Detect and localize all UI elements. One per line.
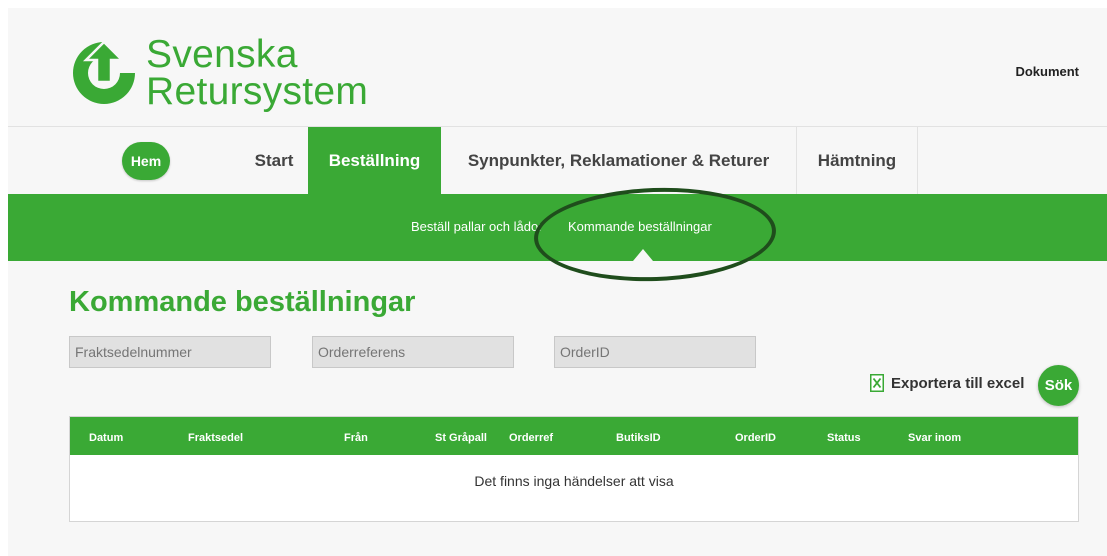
search-button[interactable]: Sök	[1038, 365, 1079, 406]
empty-message: Det finns inga händelser att visa	[474, 473, 674, 489]
nav-item-label: Synpunkter, Reklamationer & Returer	[467, 150, 770, 170]
export-label: Exportera till excel	[891, 374, 1025, 392]
nav-home[interactable]: Hem	[121, 127, 171, 194]
orderid-input[interactable]	[554, 336, 756, 368]
nav-item-label: Start	[254, 150, 294, 170]
export-excel-link[interactable]: Exportera till excel	[870, 374, 1024, 392]
brand-line2: Retursystem	[146, 70, 369, 113]
fraktsedelnummer-input[interactable]	[69, 336, 271, 368]
nav-home-label: Hem	[122, 141, 170, 180]
orderreferens-input[interactable]	[312, 336, 514, 368]
column-header-datum[interactable]: Datum	[89, 432, 123, 444]
main-nav: Hem Start Beställning Synpunkter, Reklam…	[8, 127, 1107, 194]
orders-table: Datum Fraktsedel Från St Gråpall Orderre…	[69, 416, 1079, 522]
column-header-fraktsedel[interactable]: Fraktsedel	[188, 432, 243, 444]
brand-line1: Svenska	[146, 33, 298, 76]
subnav-item-bestall[interactable]: Beställ pallar och lådor	[411, 219, 543, 234]
table-header: Datum Fraktsedel Från St Gråpall Orderre…	[70, 417, 1078, 455]
column-header-orderref[interactable]: Orderref	[509, 432, 553, 444]
documents-link[interactable]: Dokument	[1015, 64, 1079, 79]
column-header-svar-inom[interactable]: Svar inom	[908, 432, 961, 444]
nav-item-label: Beställning	[328, 150, 421, 170]
nav-item-label: Hämtning	[817, 150, 897, 170]
nav-item-synpunkter[interactable]: Synpunkter, Reklamationer & Returer	[441, 127, 797, 194]
nav-item-bestallning[interactable]: Beställning	[308, 127, 441, 194]
brand-name: Svenska Retursystem	[146, 33, 369, 113]
column-header-fran[interactable]: Från	[344, 432, 368, 444]
excel-icon	[870, 374, 884, 392]
column-header-butiksid[interactable]: ButiksID	[616, 432, 661, 444]
header: Svenska Retursystem Dokument	[8, 8, 1107, 127]
nav-item-start[interactable]: Start	[240, 127, 308, 194]
page-title: Kommande beställningar	[69, 286, 416, 318]
logo[interactable]: Svenska Retursystem	[70, 33, 369, 113]
column-header-orderid[interactable]: OrderID	[735, 432, 776, 444]
column-header-st-grapall[interactable]: St Gråpall	[435, 432, 487, 444]
nav-item-hamtning[interactable]: Hämtning	[797, 127, 918, 194]
column-header-status[interactable]: Status	[827, 432, 861, 444]
logo-icon	[73, 40, 135, 104]
